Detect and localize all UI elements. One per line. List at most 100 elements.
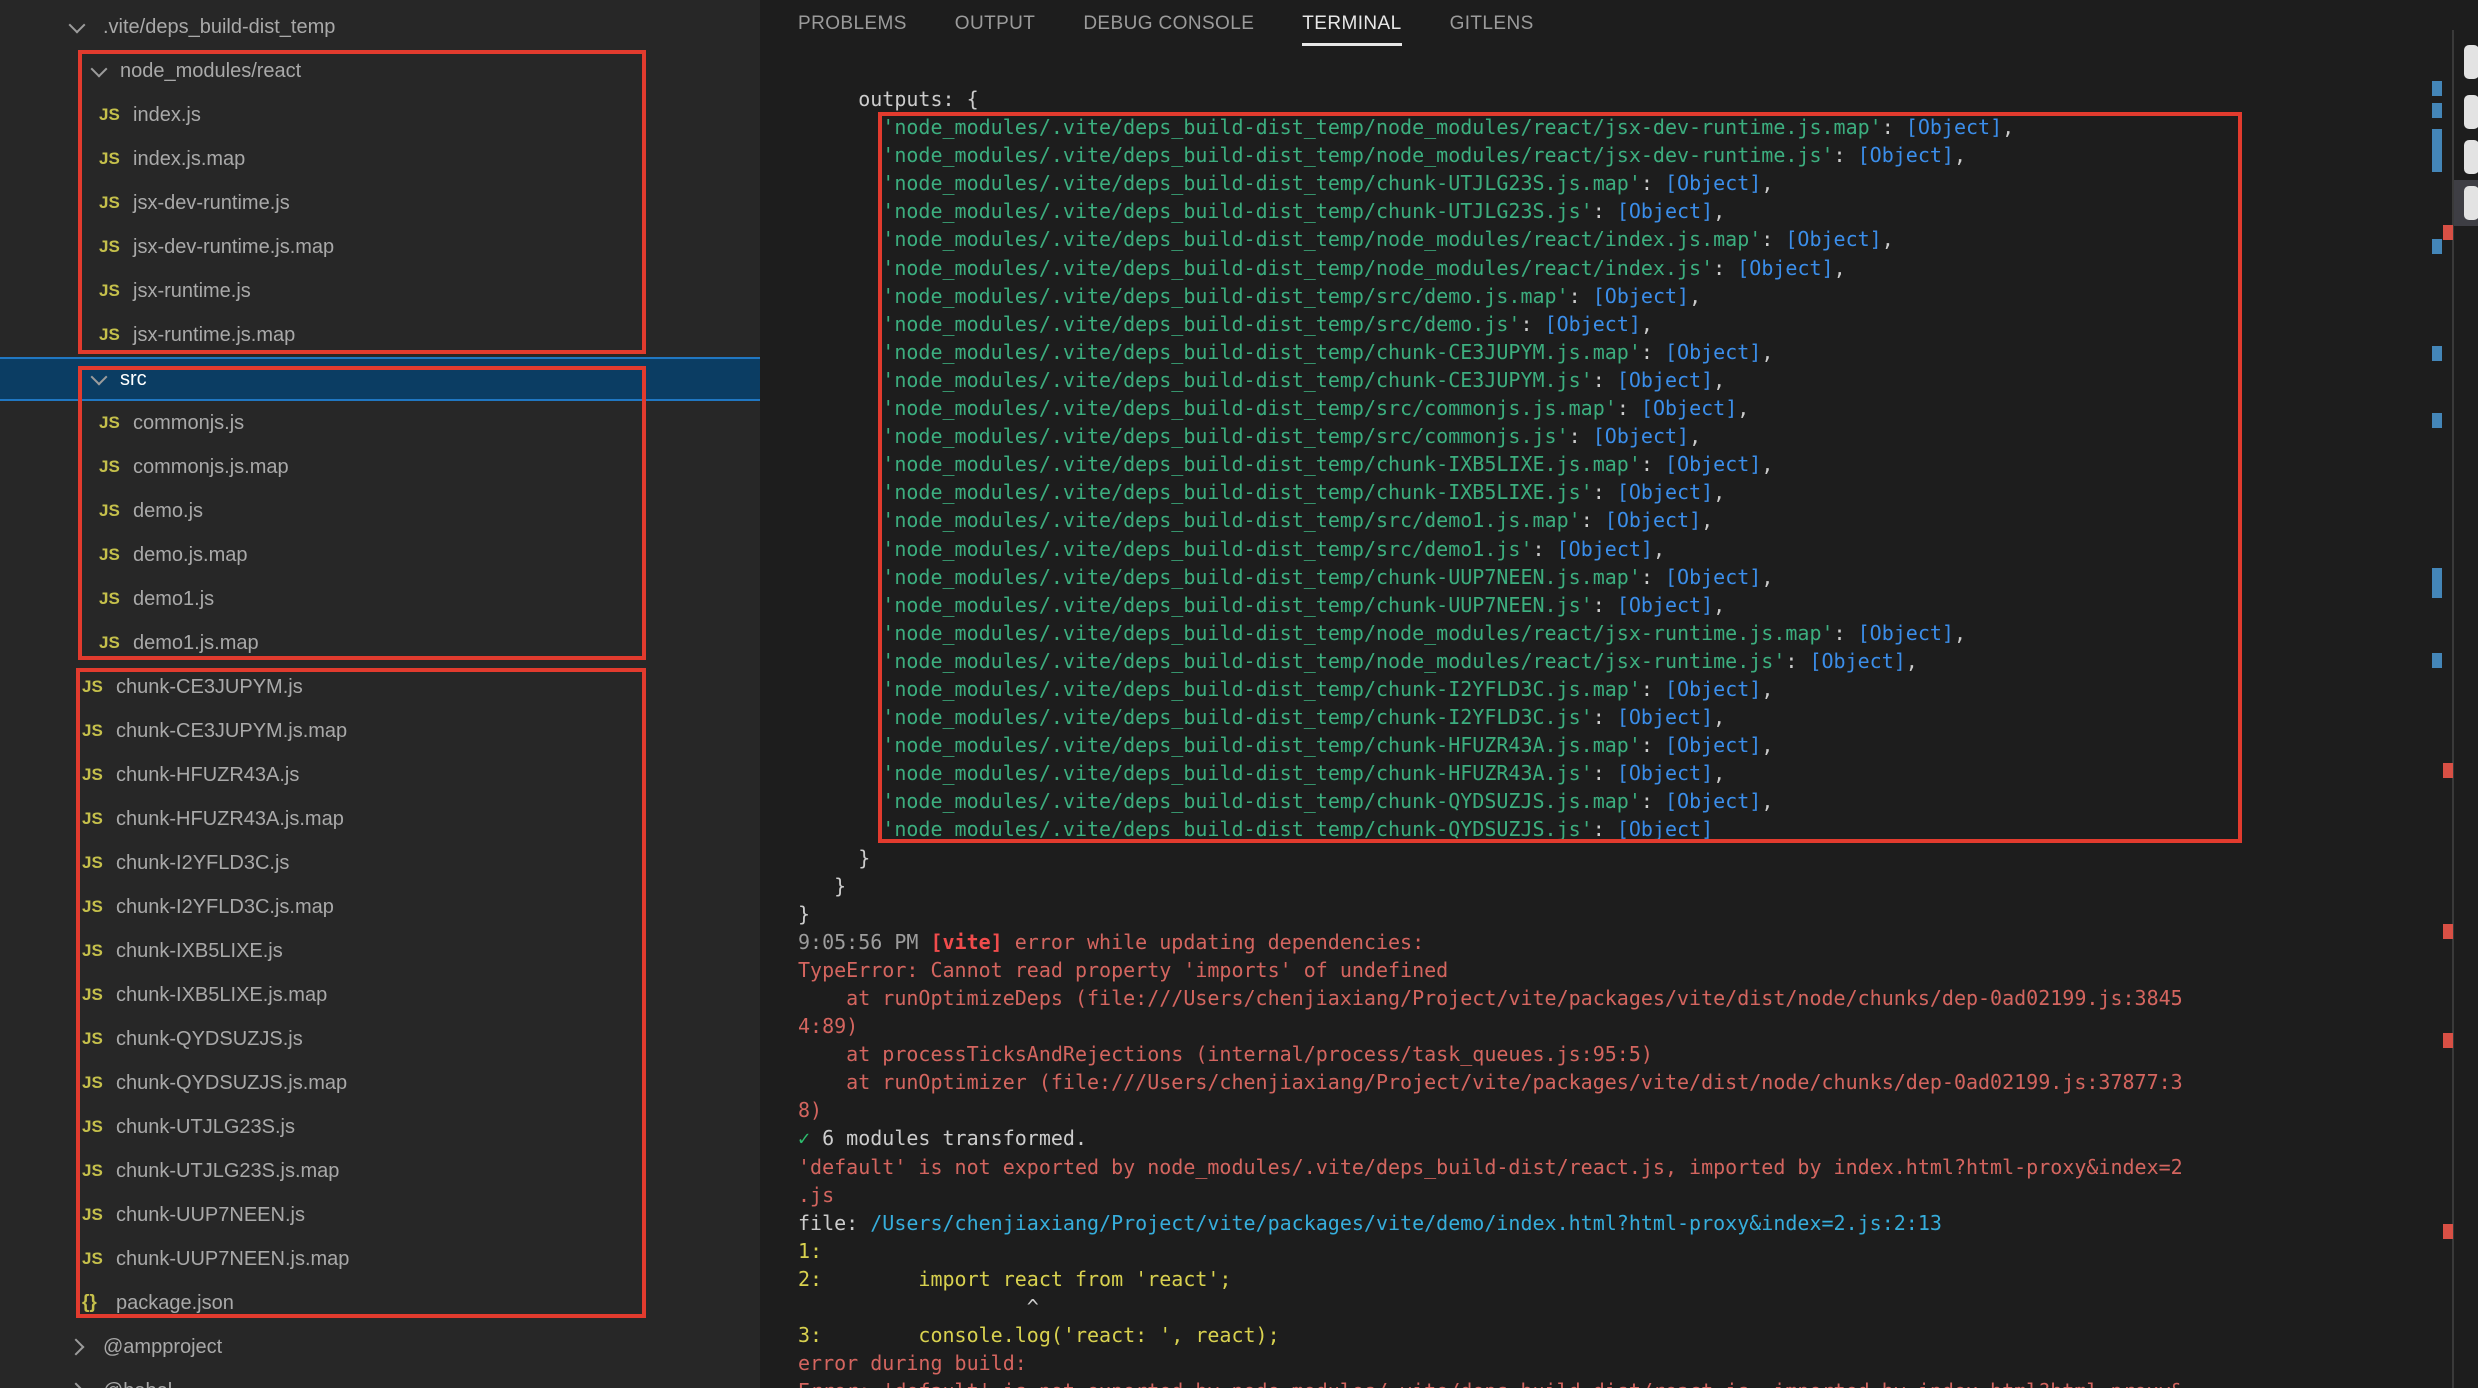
terminal-text-segment: 9:05:56 PM xyxy=(798,930,930,954)
terminal-line: 'node_modules/.vite/deps_build-dist_temp… xyxy=(798,366,2183,394)
overview-ruler-blue-mark xyxy=(2432,157,2442,172)
tree-file-chunk-i2yfld3c-js-map[interactable]: JSchunk-I2YFLD3C.js.map xyxy=(0,885,760,929)
js-file-icon: JS xyxy=(99,501,125,521)
tree-item-label: chunk-I2YFLD3C.js.map xyxy=(116,896,334,919)
tree-file-demo-js-map[interactable]: JSdemo.js.map xyxy=(0,533,760,577)
panel-tab-terminal[interactable]: TERMINAL xyxy=(1302,13,1401,35)
tree-file-package-json[interactable]: {}package.json xyxy=(0,1281,760,1325)
file-tree: .vite/deps_build-dist_temp node_modules/r… xyxy=(0,5,760,1388)
tree-file-demo1-js-map[interactable]: JSdemo1.js.map xyxy=(0,621,760,665)
tree-item-label: chunk-UTJLG23S.js xyxy=(116,1116,295,1139)
terminal-text-segment: 'node_modules/.vite/deps_build-dist_temp… xyxy=(882,424,1568,448)
tree-file-chunk-utjlg23s-js-map[interactable]: JSchunk-UTJLG23S.js.map xyxy=(0,1149,760,1193)
terminal-text-segment: [Object] xyxy=(1665,340,1761,364)
terminal-line: } xyxy=(798,872,2183,900)
terminal-text-segment: 4:89) xyxy=(798,1014,858,1038)
terminal-text-segment: [Object] xyxy=(1557,537,1653,561)
terminal-text-segment: , xyxy=(1713,368,1725,392)
chevron-down-icon[interactable] xyxy=(64,24,90,31)
terminal-text-segment: 6 modules transformed. xyxy=(810,1126,1087,1150)
terminal-text-segment xyxy=(798,396,882,420)
terminal-line: 'node_modules/.vite/deps_build-dist_temp… xyxy=(798,338,2183,366)
terminal-text-segment xyxy=(798,115,882,139)
panel-tab-debug-console[interactable]: DEBUG CONSOLE xyxy=(1083,13,1254,35)
js-file-icon: JS xyxy=(82,1205,108,1225)
panel-tab-problems[interactable]: PROBLEMS xyxy=(798,13,907,35)
tree-file-chunk-ce3jupym-js[interactable]: JSchunk-CE3JUPYM.js xyxy=(0,665,760,709)
tree-file-chunk-uup7neen-js-map[interactable]: JSchunk-UUP7NEEN.js.map xyxy=(0,1237,760,1281)
tree-file-chunk-ce3jupym-js-map[interactable]: JSchunk-CE3JUPYM.js.map xyxy=(0,709,760,753)
tree-file-chunk-qydsuzjs-js[interactable]: JSchunk-QYDSUZJS.js xyxy=(0,1017,760,1061)
terminal-text-segment: 'node_modules/.vite/deps_build-dist_temp… xyxy=(882,199,1592,223)
tree-file-chunk-hfuzr43a-js-map[interactable]: JSchunk-HFUZR43A.js.map xyxy=(0,797,760,841)
terminal-text-segment: 1: xyxy=(798,1239,822,1263)
tree-item-label: node_modules/react xyxy=(120,60,301,83)
panel-tab-gitlens[interactable]: GITLENS xyxy=(1450,13,1534,35)
tree-file-chunk-utjlg23s-js[interactable]: JSchunk-UTJLG23S.js xyxy=(0,1105,760,1149)
tree-file-chunk-qydsuzjs-js-map[interactable]: JSchunk-QYDSUZJS.js.map xyxy=(0,1061,760,1105)
terminal-output: outputs: { 'node_modules/.vite/deps_buil… xyxy=(798,85,2183,1388)
js-file-icon: JS xyxy=(82,1029,108,1049)
tree-file-chunk-ixb5lixe-js[interactable]: JSchunk-IXB5LIXE.js xyxy=(0,929,760,973)
tree-file-jsx-runtime-js[interactable]: JSjsx-runtime.js xyxy=(0,269,760,313)
tree-item-label: jsx-runtime.js.map xyxy=(133,324,295,347)
terminal-text-segment: 'node_modules/.vite/deps_build-dist_temp… xyxy=(882,227,1761,251)
terminal-text-segment: 'node_modules/.vite/deps_build-dist_temp… xyxy=(882,256,1713,280)
terminal-text-segment: 'node_modules/.vite/deps_build-dist_temp… xyxy=(882,368,1592,392)
terminal-text-segment: ^ xyxy=(798,1295,1039,1319)
terminal-text-segment: , xyxy=(1737,396,1749,420)
tree-item-label: index.js xyxy=(133,104,201,127)
tree-file-index-js-map[interactable]: JSindex.js.map xyxy=(0,137,760,181)
terminal-line: 'node_modules/.vite/deps_build-dist_temp… xyxy=(798,169,2183,197)
tree-file-demo1-js[interactable]: JSdemo1.js xyxy=(0,577,760,621)
tree-item-label: index.js.map xyxy=(133,148,245,171)
tree-file-jsx-dev-runtime-js-map[interactable]: JSjsx-dev-runtime.js.map xyxy=(0,225,760,269)
tree-file-chunk-uup7neen-js[interactable]: JSchunk-UUP7NEEN.js xyxy=(0,1193,760,1237)
tree-file-commonjs-js[interactable]: JScommonjs.js xyxy=(0,401,760,445)
overview-ruler-blue-mark xyxy=(2432,413,2442,428)
tree-item-label: chunk-UUP7NEEN.js.map xyxy=(116,1248,349,1271)
terminal-text-segment: [Object] xyxy=(1858,621,1954,645)
terminal-text-segment xyxy=(798,480,882,504)
tree-file-chunk-i2yfld3c-js[interactable]: JSchunk-I2YFLD3C.js xyxy=(0,841,760,885)
terminal-text-segment: , xyxy=(1761,171,1773,195)
tree-folder--vite-deps-build-dist-temp[interactable]: .vite/deps_build-dist_temp xyxy=(0,5,760,49)
terminal-text-segment xyxy=(798,677,882,701)
tree-folder-@babel[interactable]: @babel xyxy=(0,1369,760,1388)
tree-file-jsx-runtime-js-map[interactable]: JSjsx-runtime.js.map xyxy=(0,313,760,357)
tree-file-chunk-ixb5lixe-js-map[interactable]: JSchunk-IXB5LIXE.js.map xyxy=(0,973,760,1017)
terminal-text-segment: : xyxy=(1641,171,1665,195)
panel-tab-output[interactable]: OUTPUT xyxy=(955,13,1036,35)
terminal-text-segment: : xyxy=(1593,817,1617,841)
terminal-line: 'node_modules/.vite/deps_build-dist_temp… xyxy=(798,703,2183,731)
chevron-down-icon[interactable] xyxy=(86,68,112,75)
tree-file-demo-js[interactable]: JSdemo.js xyxy=(0,489,760,533)
terminal-text-segment: [Object] xyxy=(1617,593,1713,617)
tree-item-label: chunk-CE3JUPYM.js.map xyxy=(116,720,347,743)
chevron-right-icon[interactable] xyxy=(64,1341,90,1353)
chevron-down-icon[interactable] xyxy=(86,376,112,383)
json-file-icon: {} xyxy=(82,1292,108,1314)
terminal-text-segment: : xyxy=(1593,199,1617,223)
terminal-text-segment: : xyxy=(1593,480,1617,504)
terminal-text-segment xyxy=(798,256,882,280)
chevron-glyph xyxy=(91,368,108,385)
js-file-icon: JS xyxy=(82,809,108,829)
terminal-text-segment: , xyxy=(1882,227,1894,251)
terminal-line: 'node_modules/.vite/deps_build-dist_temp… xyxy=(798,591,2183,619)
tree-file-commonjs-js-map[interactable]: JScommonjs.js.map xyxy=(0,445,760,489)
tree-folder-src[interactable]: src xyxy=(0,357,760,401)
tree-item-label: .vite/deps_build-dist_temp xyxy=(103,16,335,39)
tree-file-index-js[interactable]: JSindex.js xyxy=(0,93,760,137)
tree-folder-@ampproject[interactable]: @ampproject xyxy=(0,1325,760,1369)
tree-file-chunk-hfuzr43a-js[interactable]: JSchunk-HFUZR43A.js xyxy=(0,753,760,797)
tree-item-label: chunk-IXB5LIXE.js xyxy=(116,940,283,963)
tree-item-label: commonjs.js.map xyxy=(133,456,289,479)
tree-item-label: chunk-CE3JUPYM.js xyxy=(116,676,303,699)
terminal-text-segment xyxy=(798,761,882,785)
terminal-panel: PROBLEMS OUTPUT DEBUG CONSOLE TERMINAL GITLE… xyxy=(760,0,2478,1388)
tree-file-jsx-dev-runtime-js[interactable]: JSjsx-dev-runtime.js xyxy=(0,181,760,225)
tree-folder-node-modules-react[interactable]: node_modules/react xyxy=(0,49,760,93)
terminal-text-segment: 'node_modules/.vite/deps_build-dist_temp… xyxy=(882,565,1641,589)
terminal-text-segment: , xyxy=(1689,284,1701,308)
